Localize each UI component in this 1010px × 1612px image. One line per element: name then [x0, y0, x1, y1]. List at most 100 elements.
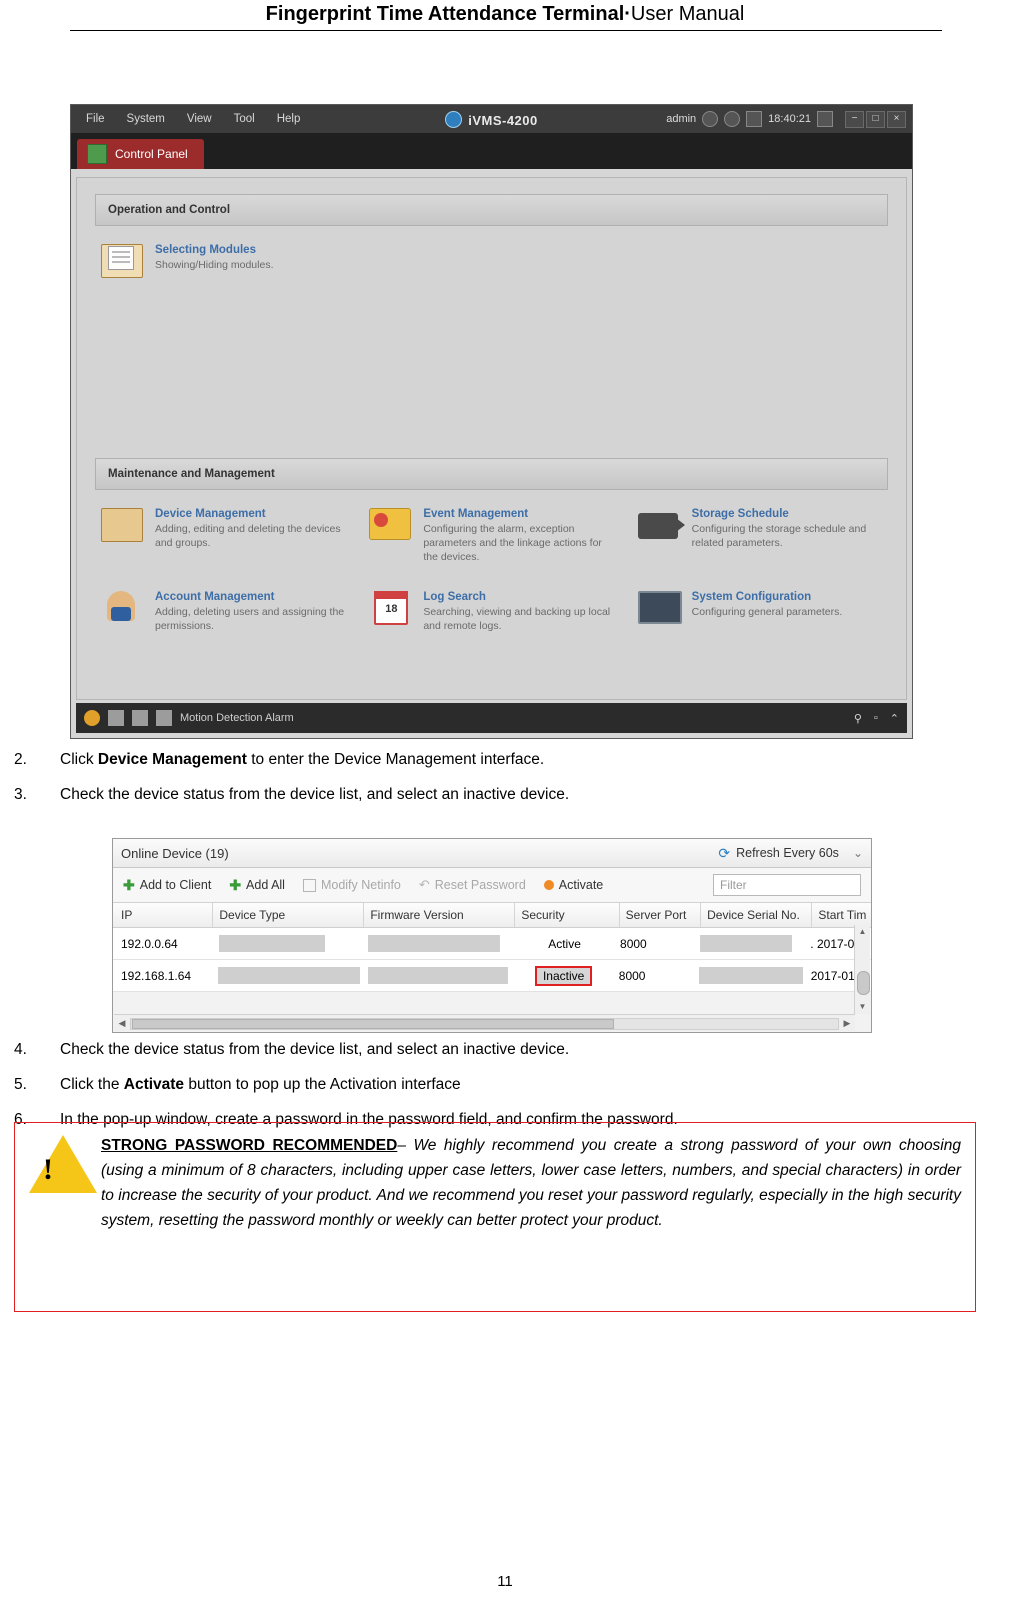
gear-icon[interactable] — [724, 111, 741, 127]
step-2-text: Click Device Management to enter the Dev… — [60, 750, 974, 769]
chevron-down-icon[interactable]: ⌄ — [853, 846, 863, 860]
status-bar-right: ⚲ ▫ ⌃ — [854, 712, 899, 725]
online-device-toolbar: ✚ Add to Client ✚ Add All Modify Netinfo… — [113, 868, 871, 903]
cell-server-port: 8000 — [620, 936, 647, 951]
globe-icon[interactable] — [702, 111, 719, 127]
panel-item-system-configuration[interactable]: System Configuration Configuring general… — [637, 590, 886, 633]
panel-item-desc: Configuring general parameters. — [691, 605, 843, 618]
status-bar-label: Motion Detection Alarm — [180, 712, 294, 724]
current-user-label: admin — [666, 113, 697, 125]
calendar-icon[interactable] — [746, 111, 763, 127]
audio-icon[interactable] — [156, 710, 172, 726]
panel-item-desc: Adding, editing and deleting the devices… — [155, 523, 341, 550]
filter-placeholder: Filter — [720, 878, 747, 892]
close-button[interactable]: × — [887, 110, 906, 128]
activate-dot-icon — [543, 880, 554, 890]
status-bar: Motion Detection Alarm ⚲ ▫ ⌃ — [76, 703, 907, 733]
step-2-number: 2. — [14, 751, 27, 768]
step-5-number: 5. — [14, 1076, 27, 1093]
tv-wall-icon[interactable] — [132, 710, 148, 726]
scroll-down-icon[interactable]: ▼ — [855, 1000, 870, 1014]
panel-item-desc: Configuring the storage schedule and rel… — [691, 523, 867, 550]
modify-netinfo-label: Modify Netinfo — [320, 878, 401, 892]
plus-icon: ✚ — [229, 876, 242, 893]
reset-password-button[interactable]: ↶ Reset Password — [419, 877, 526, 893]
section-maintenance-label: Maintenance and Management — [108, 468, 275, 480]
column-firmware-version[interactable]: Firmware Version — [363, 903, 514, 927]
panel-item-selecting-modules[interactable]: Selecting Modules Showing/Hiding modules… — [101, 244, 352, 282]
refresh-control[interactable]: ⟳ Refresh Every 60s — [718, 845, 839, 862]
activate-button[interactable]: Activate — [543, 878, 603, 892]
window-controls[interactable]: − □ × — [845, 110, 906, 128]
panel-item-account-management[interactable]: Account Management Adding, deleting user… — [101, 590, 349, 633]
scrollbar-thumb[interactable] — [857, 971, 870, 995]
step-5-pre: Click the — [60, 1076, 124, 1093]
step-2: 2. Click Device Management to enter the … — [14, 750, 974, 769]
control-panel-body: Operation and Control Selecting Modules … — [76, 177, 907, 700]
header-title-bold: Fingerprint Time Attendance Terminal — [265, 3, 625, 25]
refresh-label: Refresh Every 60s — [736, 846, 839, 860]
table-row[interactable]: 192.168.1.64 Inactive 8000 2017-01 — [113, 960, 871, 992]
cell-ip: 192.168.1.64 — [121, 968, 192, 983]
pin-icon[interactable]: ⚲ — [854, 712, 862, 725]
clock-label: 18:40:21 — [768, 113, 811, 125]
step-3: 3. Check the device status from the devi… — [14, 785, 974, 804]
cell-server-port: 8000 — [618, 968, 646, 983]
device-management-icon — [101, 508, 145, 546]
lock-icon[interactable] — [817, 111, 833, 127]
restore-icon[interactable]: ▫ — [874, 712, 878, 725]
horizontal-scrollbar[interactable]: ◀ ▶ — [114, 1014, 855, 1031]
panel-item-event-management[interactable]: Event Management Configuring the alarm, … — [369, 508, 617, 565]
warning-strong-label: STRONG PASSWORD RECOMMENDED — [101, 1137, 398, 1154]
step-4-text: Check the device status from the device … — [60, 1041, 570, 1058]
screenshot-ivms-control-panel: File System View Tool Help iVMS-4200 adm… — [70, 104, 913, 739]
cell-security-highlighted: Inactive — [508, 960, 610, 991]
hscrollbar-thumb[interactable] — [132, 1019, 614, 1029]
log-search-icon — [369, 590, 413, 629]
cell-firmware-version — [360, 960, 509, 991]
tab-control-panel[interactable]: Control Panel — [77, 139, 204, 169]
control-panel-icon — [87, 144, 107, 164]
column-start-time[interactable]: Start Tim — [811, 903, 871, 927]
scroll-left-icon[interactable]: ◀ — [114, 1015, 130, 1031]
add-to-client-button[interactable]: ✚ Add to Client — [123, 877, 211, 894]
step-4-number: 4. — [14, 1041, 27, 1058]
user-status-icon[interactable] — [108, 710, 124, 726]
column-ip[interactable]: IP — [113, 903, 212, 927]
cell-device-serial-no — [691, 960, 803, 991]
scroll-right-icon[interactable]: ▶ — [839, 1015, 855, 1031]
column-server-port[interactable]: Server Port — [618, 903, 700, 927]
column-device-serial-no[interactable]: Device Serial No. — [700, 903, 811, 927]
plus-icon: ✚ — [123, 876, 135, 893]
column-device-type[interactable]: Device Type — [212, 903, 363, 927]
panel-item-log-search[interactable]: Log Search Searching, viewing and backin… — [369, 590, 617, 633]
panel-item-title: Event Management — [423, 508, 529, 520]
modify-netinfo-button[interactable]: Modify Netinfo — [302, 878, 401, 892]
panel-item-desc: Adding, deleting users and assigning the… — [155, 605, 345, 632]
refresh-icon: ⟳ — [718, 844, 731, 861]
panel-item-device-management[interactable]: Device Management Adding, editing and de… — [101, 508, 349, 565]
filter-input[interactable]: Filter — [713, 874, 861, 896]
column-security[interactable]: Security — [514, 903, 618, 927]
title-bar-right: admin 18:40:21 − □ × — [666, 110, 912, 128]
panel-item-title: System Configuration — [691, 590, 812, 603]
panel-item-storage-schedule[interactable]: Storage Schedule Configuring the storage… — [637, 508, 886, 565]
scroll-up-icon[interactable]: ▲ — [855, 925, 870, 939]
collapse-icon[interactable]: ⌃ — [890, 712, 899, 725]
cell-device-type — [211, 928, 360, 959]
add-all-button[interactable]: ✚ Add All — [229, 877, 285, 894]
table-row[interactable]: 192.0.0.64 Active 8000 . 2017-01 — [113, 928, 871, 960]
maximize-button[interactable]: □ — [866, 110, 885, 128]
edit-icon — [302, 878, 316, 892]
header-separator: · — [624, 3, 631, 25]
step-5-bold: Activate — [123, 1076, 185, 1093]
tab-control-panel-label: Control Panel — [115, 147, 188, 161]
alarm-icon[interactable] — [84, 710, 100, 726]
step-2-bold: Device Management — [97, 751, 247, 768]
online-device-header: Online Device (19) ⟳ Refresh Every 60s ⌄ — [113, 839, 871, 868]
step-5: 5. Click the Activate button to pop up t… — [14, 1075, 974, 1094]
panel-item-title: Log Search — [423, 590, 486, 603]
cell-firmware-version — [360, 928, 509, 959]
vertical-scrollbar[interactable]: ▲ ▼ — [854, 925, 870, 1014]
minimize-button[interactable]: − — [845, 110, 864, 128]
